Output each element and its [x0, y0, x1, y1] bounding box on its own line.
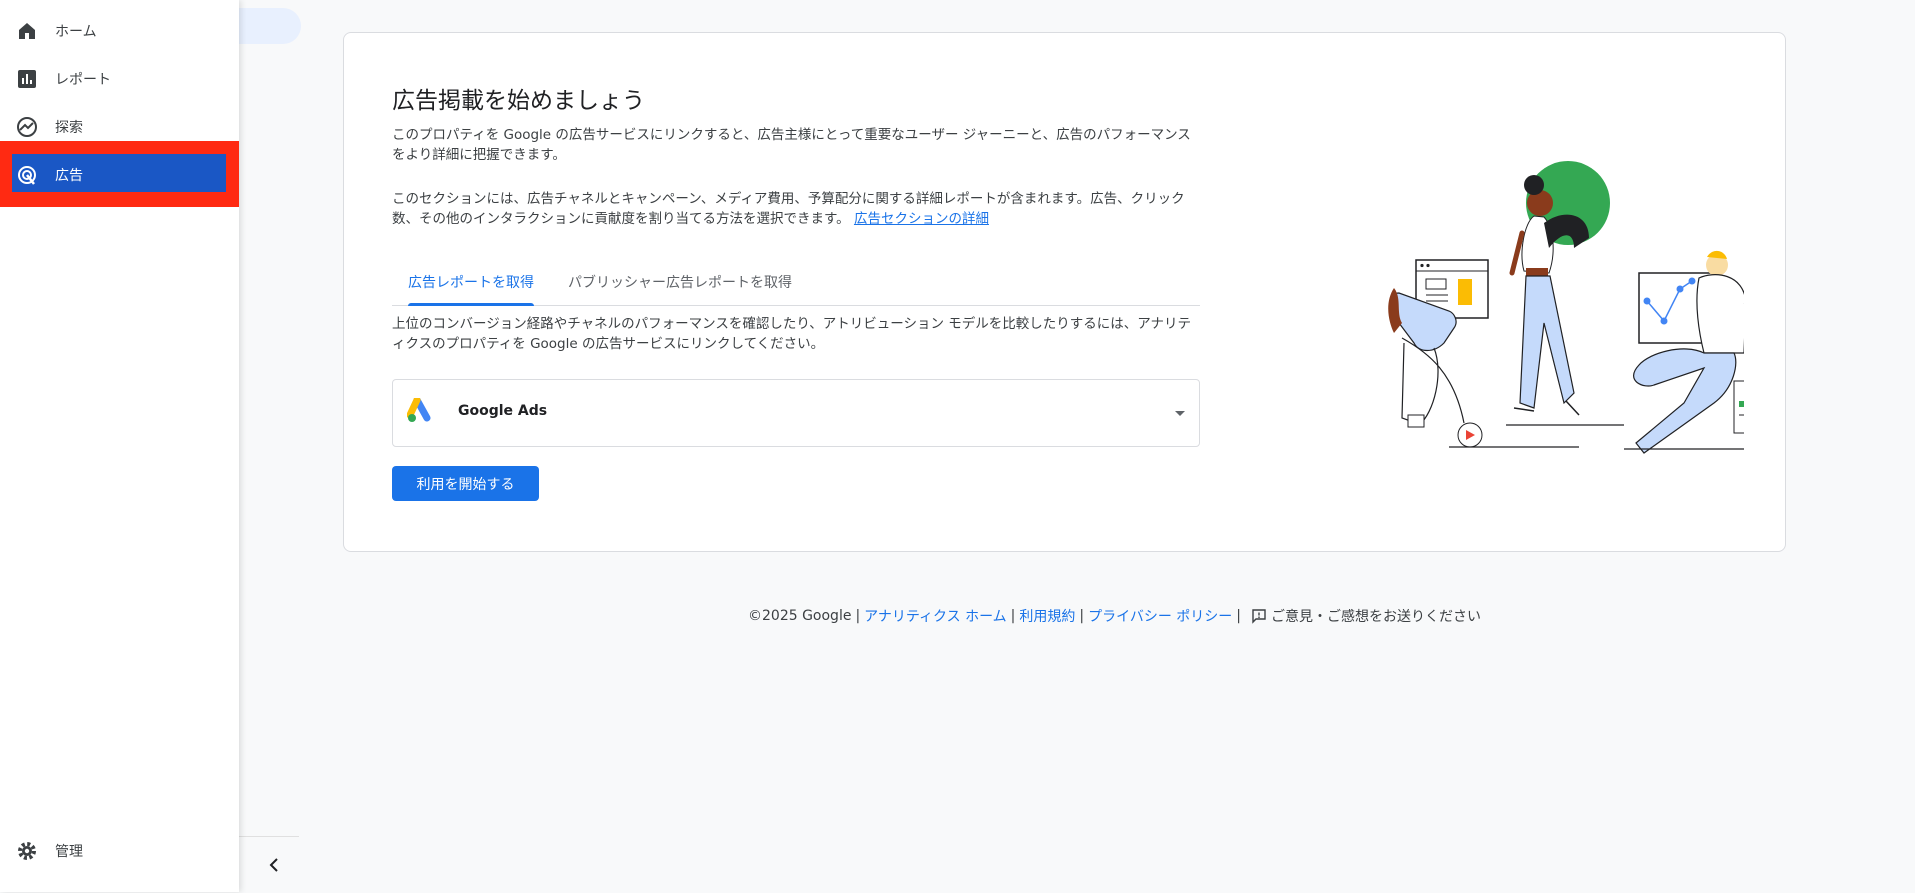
- tab-publisher-ad-reports[interactable]: パブリッシャー広告レポートを取得: [568, 261, 792, 305]
- gear-icon: [15, 839, 39, 863]
- footer-separator: |: [1010, 608, 1016, 624]
- google-ads-logo-icon: [406, 396, 435, 428]
- sidebar-item-label: レポート: [55, 72, 111, 88]
- people-illustration: [1388, 161, 1744, 454]
- footer-separator: |: [855, 608, 861, 624]
- product-select[interactable]: Google Ads: [392, 379, 1200, 447]
- product-name: Google Ads: [458, 403, 548, 419]
- analytics-home-link[interactable]: アナリティクス ホーム: [864, 606, 1007, 626]
- section-description: このセクションには、広告チャネルとキャンペーン、メディア費用、予算配分に関する詳…: [392, 189, 1202, 229]
- sidebar: ホーム レポート 探索 広告 管理: [0, 0, 239, 892]
- feedback-link[interactable]: ご意見・ご感想をお送りください: [1271, 606, 1481, 626]
- sidebar-item-label: 探索: [55, 120, 83, 136]
- bar-chart-icon: [15, 67, 39, 91]
- explore-icon: [15, 115, 39, 139]
- footer: ©2025 Google | アナリティクス ホーム | 利用規約 | プライバ…: [748, 606, 1481, 626]
- sidebar-item-advertising[interactable]: 広告: [0, 151, 239, 199]
- chevron-down-icon: [1175, 411, 1185, 416]
- footer-separator: |: [1079, 608, 1085, 624]
- home-icon: [15, 19, 39, 43]
- copyright: ©2025 Google: [748, 608, 852, 624]
- feedback-icon[interactable]: [1251, 608, 1267, 624]
- sidebar-item-label: 広告: [55, 168, 83, 184]
- sidebar-item-reports[interactable]: レポート: [0, 55, 239, 103]
- section-description-text: このセクションには、広告チャネルとキャンペーン、メディア費用、予算配分に関する詳…: [392, 191, 1185, 227]
- terms-link[interactable]: 利用規約: [1019, 606, 1075, 626]
- collapse-area: [239, 836, 299, 893]
- chevron-left-icon[interactable]: [269, 857, 279, 877]
- search-pill[interactable]: [239, 8, 301, 44]
- advertising-card: 広告掲載を始めましょう このプロパティを Google の広告サービスにリンクす…: [343, 32, 1786, 552]
- sidebar-item-label: 管理: [55, 844, 83, 860]
- tab-ad-reports[interactable]: 広告レポートを取得: [408, 261, 534, 306]
- start-button[interactable]: 利用を開始する: [392, 466, 539, 501]
- sidebar-item-label: ホーム: [55, 24, 97, 40]
- intro-text: このプロパティを Google の広告サービスにリンクすると、広告主様にとって重…: [392, 127, 1191, 163]
- learn-more-link[interactable]: 広告セクションの詳細: [854, 211, 989, 227]
- tab-description: 上位のコンバージョン経路やチャネルのパフォーマンスを確認したり、アトリビューショ…: [392, 316, 1192, 352]
- tab-bar: 広告レポートを取得 パブリッシャー広告レポートを取得: [392, 261, 1200, 306]
- sidebar-item-admin[interactable]: 管理: [0, 827, 239, 875]
- advertising-icon: [15, 163, 39, 187]
- privacy-policy-link[interactable]: プライバシー ポリシー: [1088, 606, 1232, 626]
- footer-separator: |: [1236, 608, 1241, 624]
- sidebar-item-home[interactable]: ホーム: [0, 7, 239, 55]
- page-title: 広告掲載を始めましょう: [392, 88, 645, 114]
